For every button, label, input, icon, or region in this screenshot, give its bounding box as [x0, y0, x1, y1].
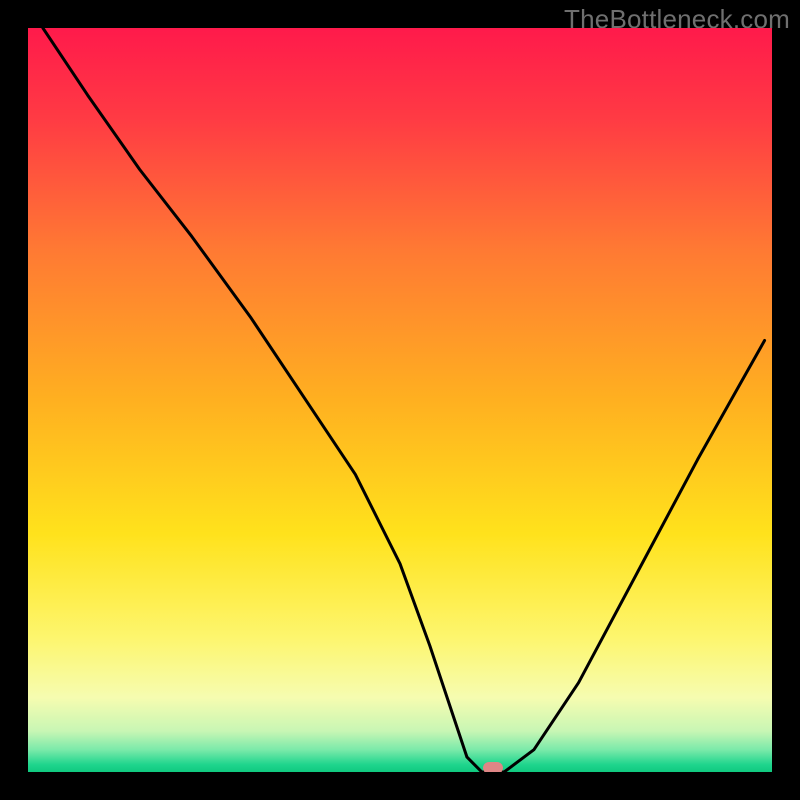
bottleneck-chart: TheBottleneck.com: [0, 0, 800, 800]
bottleneck-curve: [28, 28, 772, 772]
optimum-marker: [483, 762, 503, 772]
plot-area: [28, 28, 772, 772]
